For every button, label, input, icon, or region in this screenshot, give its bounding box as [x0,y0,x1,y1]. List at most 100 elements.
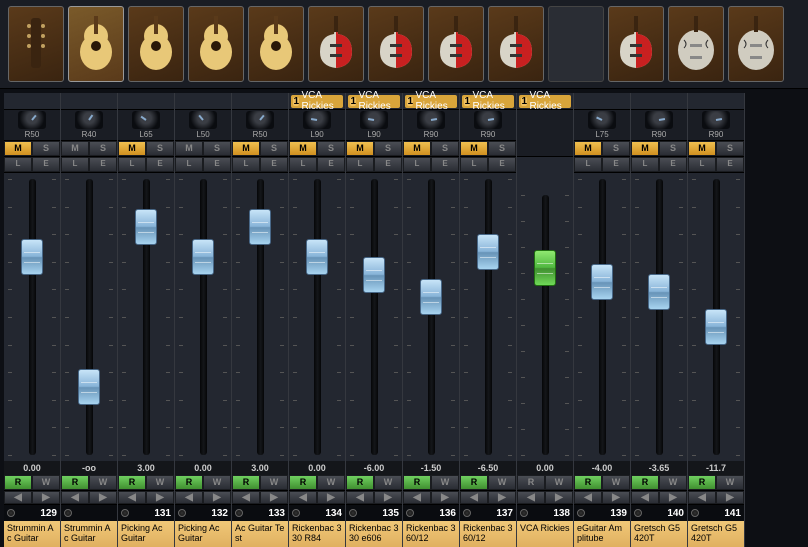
vca-tag[interactable]: 1VCA Rickies [519,95,571,108]
record-dot-icon[interactable] [406,509,414,517]
edit-button[interactable]: E [89,157,117,172]
instrument-thumb[interactable] [728,6,784,82]
pan-knob[interactable]: .channel:nth-child(6) .knob::after{trans… [303,111,331,129]
write-button[interactable]: W [260,475,288,490]
instrument-thumb[interactable] [428,6,484,82]
fader-cap[interactable] [249,209,271,245]
listen-button[interactable]: L [688,157,716,172]
mute-button[interactable]: M [403,141,431,156]
listen-button[interactable]: L [289,157,317,172]
mute-button[interactable]: M [574,141,602,156]
write-button[interactable]: W [146,475,174,490]
read-button[interactable]: R [4,475,32,490]
edit-button[interactable]: E [32,157,60,172]
write-button[interactable]: W [89,475,117,490]
channel-name[interactable]: VCA Rickies [517,521,573,547]
next-button[interactable]: ▶ [431,491,459,504]
prev-button[interactable]: ◀ [232,491,260,504]
fader-track[interactable] [428,179,435,455]
channel-name[interactable]: Ac Guitar Test [232,521,288,547]
listen-button[interactable]: L [346,157,374,172]
pan-knob[interactable]: .channel:nth-child(11) .knob::after{tran… [588,111,616,129]
instrument-thumb[interactable] [8,6,64,82]
instrument-thumb[interactable] [548,6,604,82]
edit-button[interactable]: E [431,157,459,172]
edit-button[interactable]: E [716,157,744,172]
fader-cap[interactable] [534,250,556,286]
mute-button[interactable]: M [346,141,374,156]
mute-button[interactable]: M [688,141,716,156]
read-button[interactable]: R [175,475,203,490]
write-button[interactable]: W [545,475,573,490]
pan-knob[interactable]: .channel:nth-child(5) .knob::after{trans… [246,111,274,129]
instrument-thumb[interactable] [248,6,304,82]
fader-track[interactable] [599,179,606,455]
mute-button[interactable]: M [4,141,32,156]
write-button[interactable]: W [431,475,459,490]
vca-tag[interactable]: 1VCA Rickies [348,95,400,108]
fader-cap[interactable] [363,257,385,293]
next-button[interactable]: ▶ [716,491,744,504]
edit-button[interactable]: E [317,157,345,172]
record-dot-icon[interactable] [235,509,243,517]
prev-button[interactable]: ◀ [289,491,317,504]
edit-button[interactable]: E [146,157,174,172]
fader-track[interactable] [656,179,663,455]
prev-button[interactable]: ◀ [688,491,716,504]
channel-name[interactable]: eGuitar Amplitube [574,521,630,547]
fader-track[interactable] [143,179,150,455]
record-dot-icon[interactable] [463,509,471,517]
mute-button[interactable]: M [460,141,488,156]
fader-track[interactable] [485,179,492,455]
read-button[interactable]: R [118,475,146,490]
record-dot-icon[interactable] [634,509,642,517]
record-dot-icon[interactable] [292,509,300,517]
read-button[interactable]: R [517,475,545,490]
listen-button[interactable]: L [460,157,488,172]
next-button[interactable]: ▶ [602,491,630,504]
mute-button[interactable]: M [631,141,659,156]
write-button[interactable]: W [488,475,516,490]
vca-tag[interactable]: 1VCA Rickies [462,95,514,108]
fader-track[interactable] [200,179,207,455]
write-button[interactable]: W [659,475,687,490]
listen-button[interactable]: L [118,157,146,172]
fader-cap[interactable] [306,239,328,275]
solo-button[interactable]: S [203,141,231,156]
solo-button[interactable]: S [488,141,516,156]
read-button[interactable]: R [403,475,431,490]
instrument-thumb[interactable] [128,6,184,82]
listen-button[interactable]: L [403,157,431,172]
edit-button[interactable]: E [374,157,402,172]
pan-knob[interactable]: .channel:nth-child(13) .knob::after{tran… [702,111,730,129]
mute-button[interactable]: M [61,141,89,156]
fader-cap[interactable] [648,274,670,310]
fader-cap[interactable] [477,234,499,270]
next-button[interactable]: ▶ [32,491,60,504]
read-button[interactable]: R [232,475,260,490]
read-button[interactable]: R [289,475,317,490]
record-dot-icon[interactable] [691,509,699,517]
next-button[interactable]: ▶ [260,491,288,504]
prev-button[interactable]: ◀ [631,491,659,504]
pan-knob[interactable]: .channel:nth-child(4) .knob::after{trans… [189,111,217,129]
prev-button[interactable]: ◀ [175,491,203,504]
read-button[interactable]: R [460,475,488,490]
fader-track[interactable] [713,179,720,455]
next-button[interactable]: ▶ [374,491,402,504]
next-button[interactable]: ▶ [203,491,231,504]
write-button[interactable]: W [374,475,402,490]
instrument-thumb[interactable] [488,6,544,82]
channel-name[interactable]: Picking Ac Guitar [175,521,231,547]
prev-button[interactable]: ◀ [118,491,146,504]
listen-button[interactable]: L [175,157,203,172]
solo-button[interactable]: S [374,141,402,156]
solo-button[interactable]: S [32,141,60,156]
instrument-thumb[interactable] [368,6,424,82]
mute-button[interactable]: M [118,141,146,156]
fader-track[interactable] [86,179,93,455]
channel-name[interactable]: Gretsch G5420T [688,521,744,547]
solo-button[interactable]: S [716,141,744,156]
edit-button[interactable]: E [659,157,687,172]
prev-button[interactable]: ◀ [517,491,545,504]
